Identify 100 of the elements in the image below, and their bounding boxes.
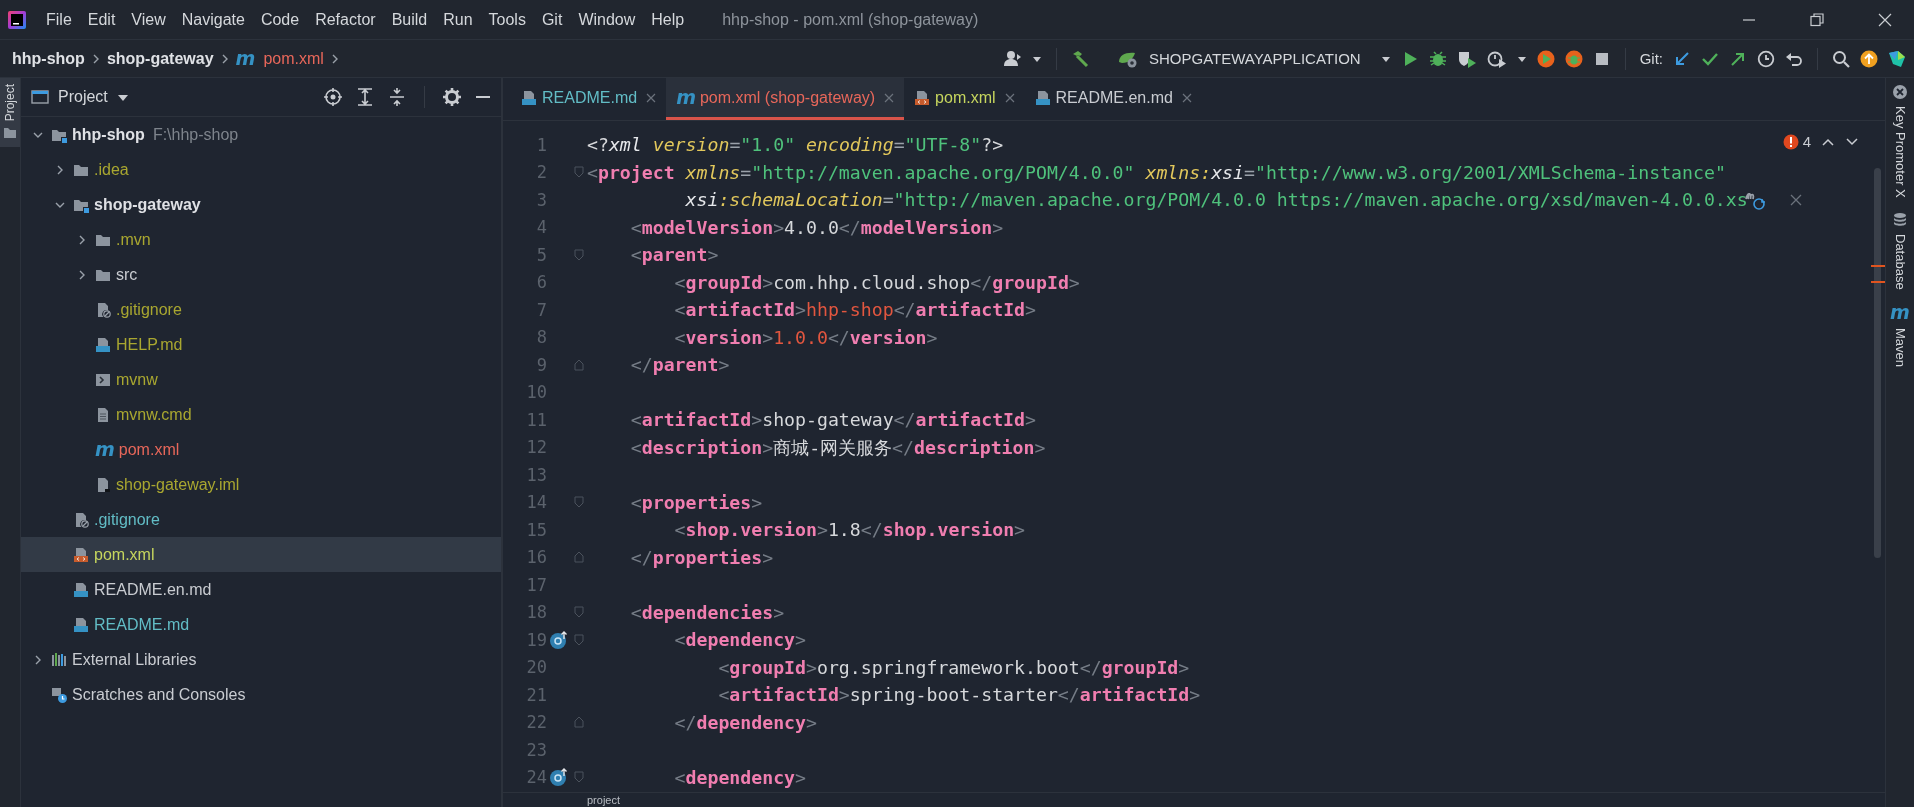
xml-file-icon	[914, 89, 931, 106]
tree-item[interactable]: shop-gateway.iml	[21, 467, 501, 502]
tree-item[interactable]: HELP.md	[21, 327, 501, 362]
tree-item[interactable]: .gitignore	[21, 502, 501, 537]
scratch-clock-icon	[51, 686, 67, 703]
menu-item[interactable]: Run	[435, 6, 481, 33]
tool-window-tab[interactable]: Project	[0, 78, 20, 148]
fold-marker-icon[interactable]	[574, 248, 584, 261]
line-number: 20	[525, 657, 547, 678]
menu-item[interactable]: Navigate	[173, 6, 253, 33]
markdown-file-icon	[521, 89, 537, 106]
line-number: 10	[525, 382, 547, 403]
menu-item[interactable]: Window	[570, 6, 644, 33]
arrow-down-left-icon[interactable]	[1673, 49, 1691, 68]
crosshair-icon[interactable]	[324, 88, 342, 106]
line-number: 5	[535, 244, 547, 265]
line-number: 6	[535, 272, 547, 293]
line-number: 15	[525, 519, 547, 540]
gutter-marker-icon[interactable]	[549, 767, 569, 788]
expand-all-icon[interactable]	[356, 88, 374, 106]
code-line: <properties>	[629, 491, 763, 513]
code-line: <dependency>	[673, 766, 806, 788]
menu-item[interactable]: Help	[643, 6, 693, 33]
collapse-all-icon[interactable]	[388, 88, 406, 106]
tree-item[interactable]: mvnw.cmd	[21, 397, 501, 432]
tree-item[interactable]: External Libraries	[21, 642, 501, 677]
code-line: <project xmlns="http://maven.apache.org/POM/4.0.0" xmlns:xsi="http://www.w3.org/2001/XMLSchema-instance"	[587, 161, 1726, 183]
play-circle-icon[interactable]	[1536, 49, 1555, 68]
gutter-marker-icon[interactable]	[549, 629, 569, 650]
tree-item[interactable]: hhp-shop F:\hhp-shop	[21, 117, 501, 152]
module-file-icon	[95, 476, 111, 493]
bug-circle-icon[interactable]	[1564, 49, 1583, 68]
fold-marker-icon[interactable]	[574, 358, 584, 371]
xml-file-icon	[73, 546, 89, 563]
maven-icon: m	[95, 440, 115, 459]
scrollbar-thumb[interactable]	[1874, 168, 1881, 558]
fold-marker-icon[interactable]	[574, 496, 584, 509]
code-line: </dependency>	[673, 711, 817, 733]
menu-item[interactable]: Edit	[79, 6, 124, 33]
menu-item[interactable]: File	[38, 6, 80, 33]
line-number: 14	[525, 492, 547, 513]
search-icon[interactable]	[1832, 49, 1850, 68]
breadcrumb-link[interactable]: shop-gateway	[106, 49, 214, 68]
fold-marker-icon[interactable]	[574, 716, 584, 729]
menu-item[interactable]: View	[123, 6, 174, 33]
folder-icon	[3, 127, 17, 140]
menu-item[interactable]: Build	[383, 6, 436, 33]
tree-item[interactable]: README.en.md	[21, 572, 501, 607]
clock-icon[interactable]	[1757, 49, 1775, 68]
tree-item[interactable]: m pom.xml	[21, 432, 501, 467]
line-number: 21	[525, 684, 547, 705]
breadcrumb-link[interactable]: pom.xml	[263, 49, 324, 68]
tree-item[interactable]: Scratches and Consoles	[21, 677, 501, 712]
line-number: 19	[525, 629, 547, 650]
settings-icon[interactable]	[443, 88, 461, 106]
restore-icon[interactable]	[1810, 12, 1824, 27]
fold-marker-icon[interactable]	[574, 166, 584, 179]
line-number: 4	[535, 217, 547, 238]
error-icon[interactable]	[1782, 133, 1799, 150]
fold-marker-icon[interactable]	[574, 551, 584, 564]
menu-item[interactable]: Tools	[480, 6, 534, 33]
breadcrumb-link[interactable]: project	[587, 794, 621, 806]
tree-item[interactable]: src	[21, 257, 501, 292]
bug-icon[interactable]	[1428, 49, 1447, 68]
tree-item[interactable]: .idea	[21, 152, 501, 187]
tool-window-tab[interactable]: Database	[1892, 211, 1908, 290]
fold-marker-icon[interactable]	[574, 606, 584, 619]
menu-item[interactable]: Git	[533, 6, 571, 33]
line-number: 12	[525, 437, 547, 458]
panel-title-dropdown[interactable]: Project	[31, 88, 129, 106]
menu-item[interactable]: Refactor	[307, 6, 384, 33]
line-number: 13	[525, 464, 547, 485]
editor-tab[interactable]: pom.xml	[904, 78, 1025, 120]
tree-item[interactable]: .mvn	[21, 222, 501, 257]
user-icon[interactable]	[1003, 49, 1022, 68]
shield-play-icon[interactable]	[1456, 49, 1477, 68]
tree-item[interactable]: .gitignore	[21, 292, 501, 327]
gauge-play-icon[interactable]	[1486, 49, 1507, 68]
tree-item[interactable]: mvnw	[21, 362, 501, 397]
line-number: 9	[535, 354, 547, 375]
fold-marker-icon[interactable]	[574, 771, 584, 784]
tool-window-tab[interactable]: Key Promoter X	[1892, 84, 1908, 198]
editor-tab[interactable]: README.en.md	[1024, 78, 1202, 120]
fold-marker-icon[interactable]	[574, 633, 584, 646]
breadcrumb-link[interactable]: hhp-shop	[12, 49, 85, 68]
menu-item[interactable]: Code	[252, 6, 308, 33]
run-config-dropdown[interactable]: SHOPGATEWAYAPPLICATION	[1098, 47, 1371, 70]
line-number: 17	[525, 574, 547, 595]
tree-item[interactable]: pom.xml	[21, 537, 501, 572]
tool-window-tab[interactable]: m Maven	[1890, 303, 1910, 368]
round-badge-icon	[1892, 84, 1908, 100]
tree-item[interactable]: shop-gateway	[21, 187, 501, 222]
line-number: 16	[525, 547, 547, 568]
logo-icon[interactable]	[1888, 49, 1906, 68]
editor-tab[interactable]: m pom.xml (shop-gateway)	[666, 78, 905, 120]
tree-item[interactable]: README.md	[21, 607, 501, 642]
line-number: 11	[525, 409, 547, 430]
upload-circle-icon[interactable]	[1860, 49, 1878, 68]
line-number: 22	[525, 712, 547, 733]
editor-tab[interactable]: README.md	[511, 78, 667, 120]
